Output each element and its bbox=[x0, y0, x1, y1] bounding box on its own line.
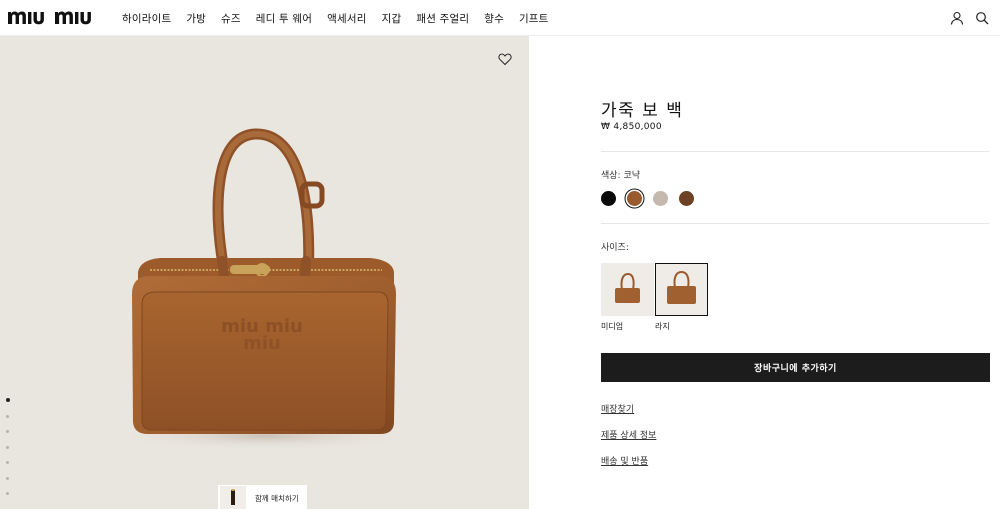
color-label: 색상: 코냑 bbox=[601, 171, 641, 181]
product-info-panel: 가죽 보 백 ₩ 4,850,000 색상: 코냑 사이즈: 미디엄 라지 장바… bbox=[529, 36, 1000, 509]
header-actions bbox=[950, 0, 1000, 36]
product-image: miu miu miu bbox=[115, 128, 415, 450]
size-options: 미디엄 라지 bbox=[601, 263, 709, 332]
size-name: 라지 bbox=[655, 322, 670, 331]
gallery-dot[interactable] bbox=[6, 476, 9, 480]
match-label: 함께 매치하기 bbox=[255, 493, 299, 503]
product-image-gallery[interactable]: miu miu miu 함께 매치하기 bbox=[0, 36, 529, 509]
size-option-medium[interactable]: 미디엄 bbox=[601, 263, 654, 332]
shipping-returns-link[interactable]: 배송 및 반품 bbox=[601, 454, 648, 467]
product-price: ₩ 4,850,000 bbox=[601, 122, 662, 132]
nav-item-gifts[interactable]: 기프트 bbox=[519, 11, 549, 26]
miu-miu-logo[interactable] bbox=[8, 7, 106, 27]
product-title: 가죽 보 백 bbox=[601, 101, 684, 121]
gallery-dot[interactable] bbox=[6, 430, 9, 433]
color-swatch-brown[interactable] bbox=[679, 191, 694, 206]
site-header: 하이라이트 가방 슈즈 레디 투 웨어 액세서리 지갑 패션 주얼리 향수 기프… bbox=[0, 0, 1000, 36]
user-icon[interactable] bbox=[950, 11, 964, 25]
gallery-pagination bbox=[5, 398, 10, 508]
store-locator-link[interactable]: 매장찾기 bbox=[601, 402, 634, 415]
product-details-link[interactable]: 제품 상세 정보 bbox=[601, 428, 656, 441]
gallery-dot[interactable] bbox=[5, 398, 10, 402]
color-swatches bbox=[601, 191, 705, 206]
color-swatch-taupe[interactable] bbox=[653, 191, 668, 206]
nav-item-bags[interactable]: 가방 bbox=[186, 11, 206, 26]
svg-text:miu: miu bbox=[243, 333, 281, 354]
size-name: 미디엄 bbox=[601, 322, 624, 331]
divider bbox=[601, 223, 989, 224]
gallery-dot[interactable] bbox=[6, 445, 9, 449]
size-thumbnail bbox=[655, 263, 708, 316]
size-label: 사이즈: bbox=[601, 243, 629, 253]
color-swatch-black[interactable] bbox=[601, 191, 616, 206]
match-thumbnail bbox=[220, 486, 246, 509]
nav-item-accessories[interactable]: 액세서리 bbox=[327, 11, 366, 26]
add-to-cart-button[interactable]: 장바구니에 추가하기 bbox=[601, 353, 990, 382]
nav-item-fashion-jewelry[interactable]: 패션 주얼리 bbox=[416, 11, 469, 26]
divider bbox=[601, 151, 989, 152]
size-thumbnail bbox=[601, 263, 654, 316]
main-nav: 하이라이트 가방 슈즈 레디 투 웨어 액세서리 지갑 패션 주얼리 향수 기프… bbox=[122, 0, 564, 36]
color-swatch-cognac[interactable] bbox=[627, 191, 642, 206]
nav-item-ready-to-wear[interactable]: 레디 투 웨어 bbox=[256, 11, 312, 26]
match-with-tile[interactable]: 함께 매치하기 bbox=[218, 485, 307, 509]
nav-item-fragrance[interactable]: 향수 bbox=[484, 11, 504, 26]
gallery-dot[interactable] bbox=[6, 461, 9, 464]
size-option-large[interactable]: 라지 bbox=[655, 263, 708, 332]
search-icon[interactable] bbox=[975, 11, 989, 25]
heart-icon[interactable] bbox=[498, 52, 512, 66]
nav-item-shoes[interactable]: 슈즈 bbox=[221, 11, 241, 26]
nav-item-wallets[interactable]: 지갑 bbox=[382, 11, 402, 26]
gallery-dot[interactable] bbox=[6, 492, 9, 495]
gallery-dot[interactable] bbox=[6, 414, 9, 418]
nav-item-highlights[interactable]: 하이라이트 bbox=[122, 11, 171, 26]
